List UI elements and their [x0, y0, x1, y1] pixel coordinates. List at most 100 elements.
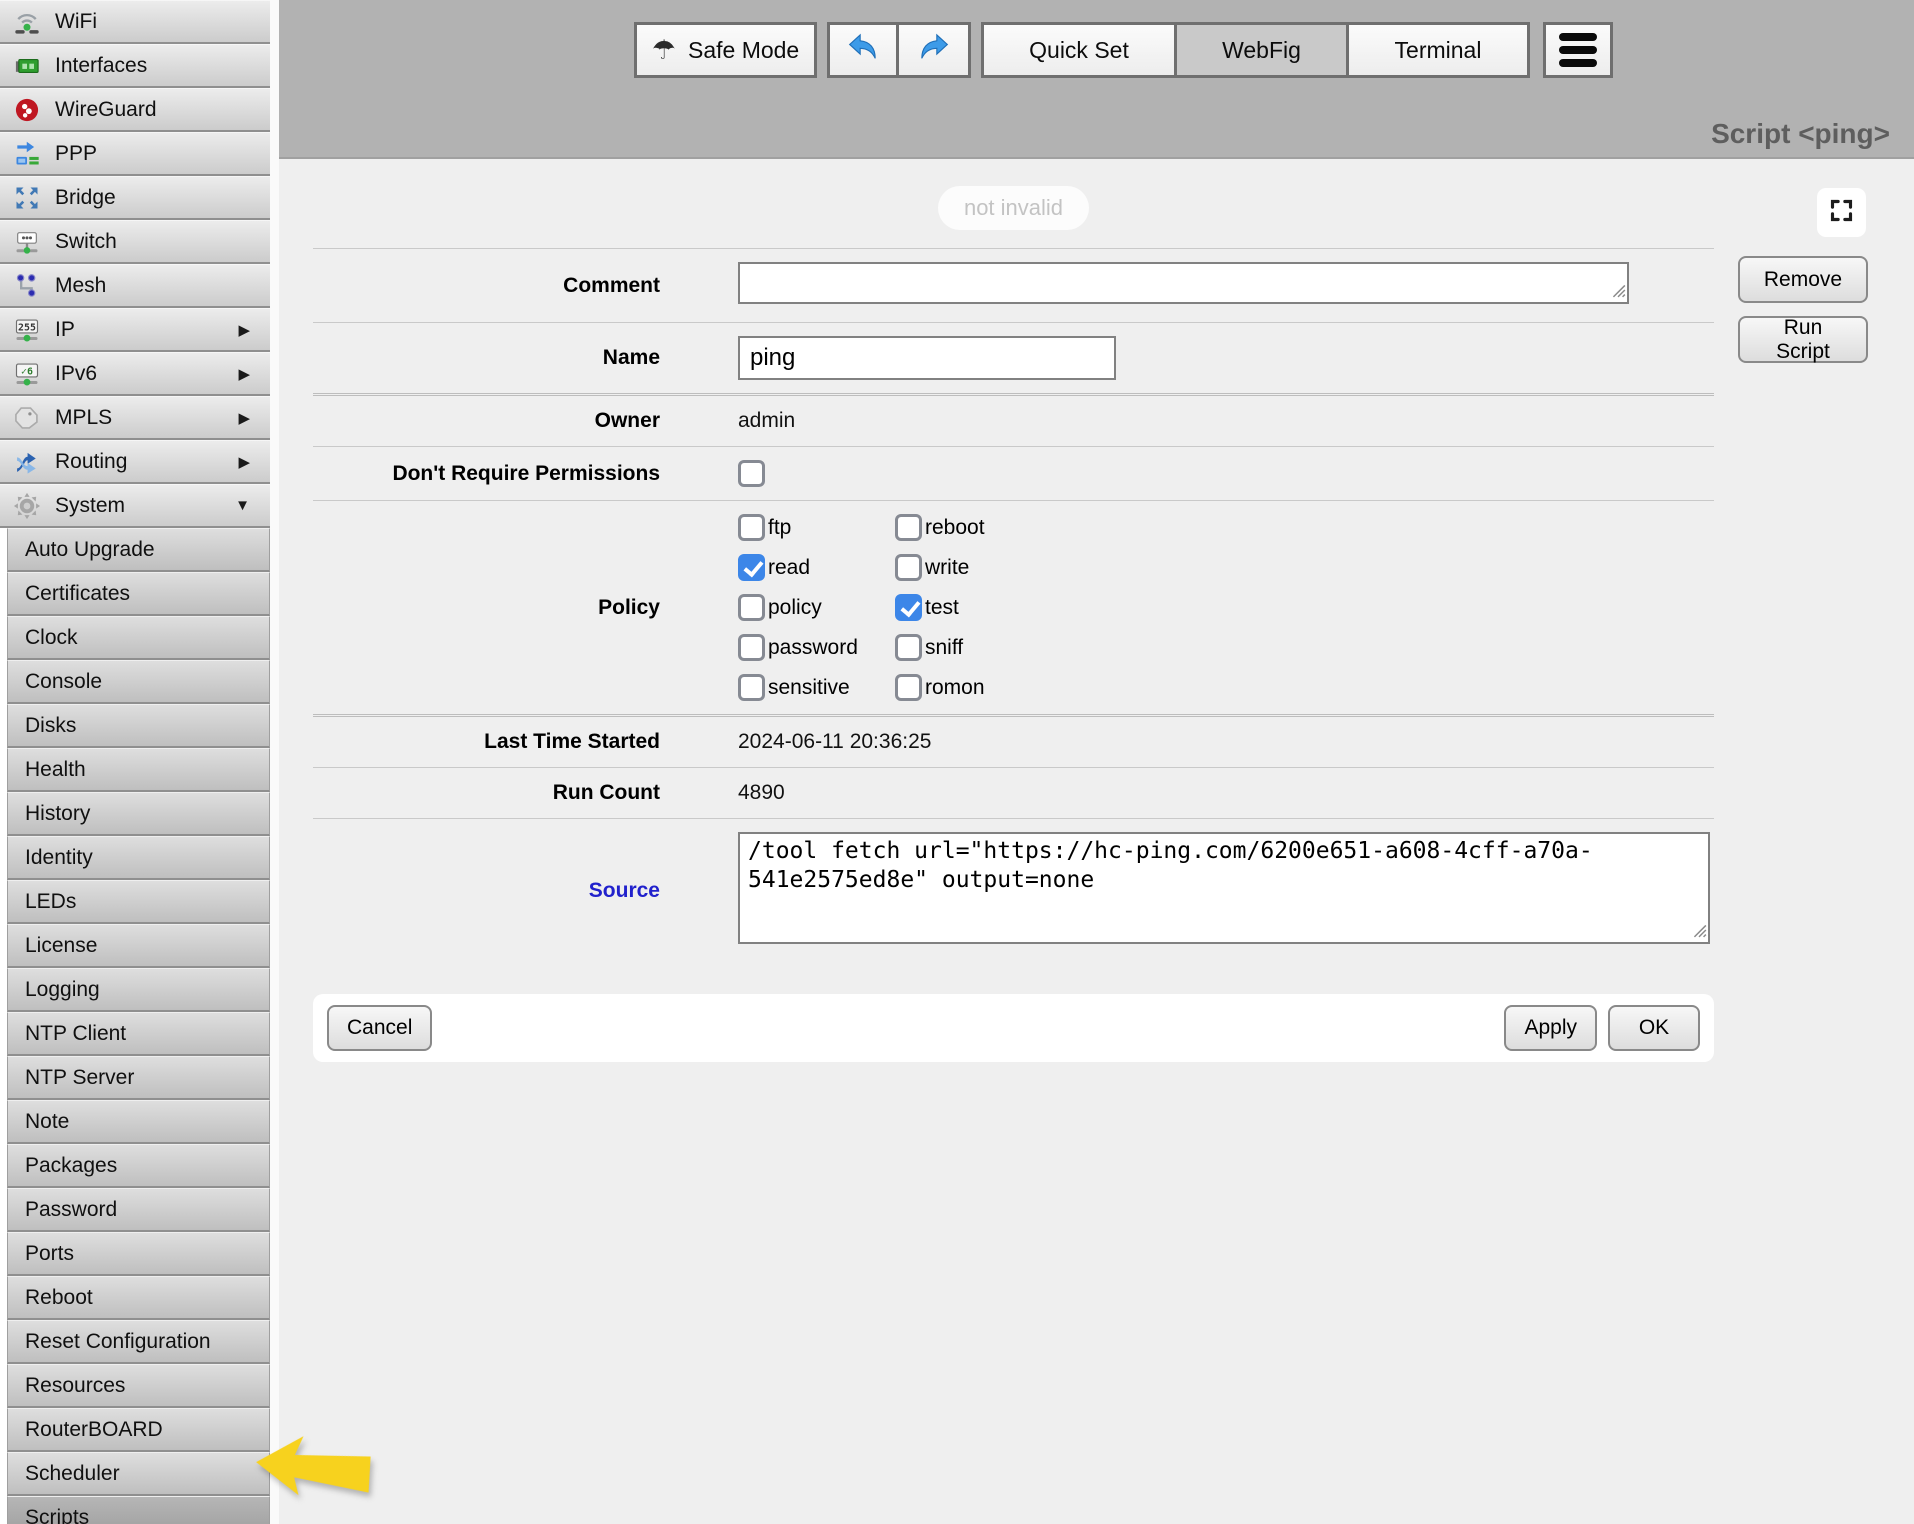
policy-checkbox-label: write: [925, 556, 969, 580]
sidebar-item-wireguard[interactable]: WireGuard: [0, 88, 270, 132]
remove-button[interactable]: Remove: [1738, 256, 1868, 303]
policy-row: Policy ftp read policy: [313, 500, 1714, 714]
checkbox-box[interactable]: [895, 554, 922, 581]
ppp-icon: [12, 139, 42, 169]
sidebar-item-ports[interactable]: Ports: [7, 1232, 270, 1276]
sidebar-item-ntp-server[interactable]: NTP Server: [7, 1056, 270, 1100]
sidebar-item-bridge[interactable]: Bridge: [0, 176, 270, 220]
submenu-arrow-icon: ▶: [238, 321, 258, 339]
sidebar-item-resources[interactable]: Resources: [7, 1364, 270, 1408]
sidebar-item-password[interactable]: Password: [7, 1188, 270, 1232]
webfig-screen: ☂ Safe Mode Quick Set WebFig Terminal Sc…: [0, 0, 1914, 1524]
sidebar-subitem-label: Health: [25, 758, 86, 782]
sidebar-subitem-label: RouterBOARD: [25, 1418, 163, 1442]
terminal-tab[interactable]: Terminal: [1349, 22, 1530, 78]
owner-row: Owner admin: [313, 393, 1714, 446]
checkbox-box[interactable]: [895, 594, 922, 621]
policy-checkbox-romon[interactable]: romon: [895, 674, 985, 701]
sidebar-item-disks[interactable]: Disks: [7, 704, 270, 748]
sidebar-item-system[interactable]: System ▼: [0, 484, 270, 528]
sidebar-item-auto-upgrade[interactable]: Auto Upgrade: [7, 528, 270, 572]
sidebar-item-health[interactable]: Health: [7, 748, 270, 792]
policy-checkbox-sniff[interactable]: sniff: [895, 634, 985, 661]
sidebar-item-switch[interactable]: Switch: [0, 220, 270, 264]
sidebar-item-mesh[interactable]: Mesh: [0, 264, 270, 308]
policy-checkbox-read[interactable]: read: [738, 554, 895, 581]
ipv6-icon: ✓6: [12, 359, 42, 389]
umbrella-icon: ☂: [652, 35, 676, 66]
policy-checkbox-write[interactable]: write: [895, 554, 985, 581]
sidebar-subitem-label: NTP Client: [25, 1022, 126, 1046]
source-field[interactable]: /tool fetch url="https://hc-ping.com/620…: [738, 832, 1710, 944]
sidebar-item-logging[interactable]: Logging: [7, 968, 270, 1012]
sidebar-item-reboot[interactable]: Reboot: [7, 1276, 270, 1320]
sidebar-item-ip[interactable]: 255 IP ▶: [0, 308, 270, 352]
checkbox-box[interactable]: [738, 634, 765, 661]
policy-checkbox-label: romon: [925, 676, 985, 700]
routing-icon: [12, 447, 42, 477]
quick-set-tab[interactable]: Quick Set: [981, 22, 1177, 78]
redo-button[interactable]: [899, 22, 971, 78]
sidebar-item-wifi[interactable]: WiFi: [0, 0, 270, 44]
policy-checkbox-label: policy: [768, 596, 822, 620]
sidebar-item-ntp-client[interactable]: NTP Client: [7, 1012, 270, 1056]
sidebar-item-mpls[interactable]: MPLS ▶: [0, 396, 270, 440]
ok-button[interactable]: OK: [1608, 1005, 1700, 1051]
checkbox-box[interactable]: [895, 674, 922, 701]
sidebar-item-scheduler[interactable]: Scheduler: [7, 1452, 270, 1496]
checkbox-box[interactable]: [895, 514, 922, 541]
sidebar-item-identity[interactable]: Identity: [7, 836, 270, 880]
sidebar-item-interfaces[interactable]: Interfaces: [0, 44, 270, 88]
checkbox-box[interactable]: [738, 514, 765, 541]
checkbox-box[interactable]: [738, 594, 765, 621]
sidebar-item-scripts[interactable]: Scripts: [7, 1496, 270, 1524]
checkbox-box[interactable]: [738, 554, 765, 581]
checkbox-box[interactable]: [895, 634, 922, 661]
comment-field[interactable]: [738, 262, 1629, 304]
dont-require-permissions-row: Don't Require Permissions: [313, 446, 1714, 500]
sidebar-item-console[interactable]: Console: [7, 660, 270, 704]
sidebar-item-leds[interactable]: LEDs: [7, 880, 270, 924]
webfig-tab[interactable]: WebFig: [1177, 22, 1349, 78]
safe-mode-button[interactable]: ☂ Safe Mode: [634, 22, 817, 78]
checkbox-box[interactable]: [738, 674, 765, 701]
policy-checkbox-password[interactable]: password: [738, 634, 895, 661]
hamburger-menu-button[interactable]: [1543, 22, 1613, 78]
policy-checkbox-reboot[interactable]: reboot: [895, 514, 985, 541]
policy-checkbox-sensitive[interactable]: sensitive: [738, 674, 895, 701]
sidebar-item-routing[interactable]: Routing ▶: [0, 440, 270, 484]
policy-checkbox-label: reboot: [925, 516, 985, 540]
sidebar-item-certificates[interactable]: Certificates: [7, 572, 270, 616]
policy-checkbox-test[interactable]: test: [895, 594, 985, 621]
fullscreen-button[interactable]: [1817, 188, 1866, 237]
sidebar-item-label: Bridge: [55, 186, 116, 210]
undo-button[interactable]: [827, 22, 899, 78]
sidebar-item-history[interactable]: History: [7, 792, 270, 836]
policy-label: Policy: [313, 596, 660, 620]
toolbar: ☂ Safe Mode Quick Set WebFig Terminal: [634, 22, 1613, 78]
sidebar-item-ppp[interactable]: PPP: [0, 132, 270, 176]
sidebar-item-clock[interactable]: Clock: [7, 616, 270, 660]
sidebar-subitem-label: Certificates: [25, 582, 130, 606]
sidebar-item-reset-configuration[interactable]: Reset Configuration: [7, 1320, 270, 1364]
mpls-icon: [12, 403, 42, 433]
sidebar-subitem-label: Clock: [25, 626, 78, 650]
apply-button[interactable]: Apply: [1504, 1005, 1597, 1051]
sidebar-item-license[interactable]: License: [7, 924, 270, 968]
cancel-button[interactable]: Cancel: [327, 1005, 432, 1051]
sidebar-item-note[interactable]: Note: [7, 1100, 270, 1144]
sidebar-item-packages[interactable]: Packages: [7, 1144, 270, 1188]
dont-require-permissions-checkbox[interactable]: [738, 460, 765, 487]
sidebar-subitem-label: Note: [25, 1110, 69, 1134]
sidebar-item-ipv6[interactable]: ✓6 IPv6 ▶: [0, 352, 270, 396]
policy-checkbox-policy[interactable]: policy: [738, 594, 895, 621]
sidebar-item-routerboard[interactable]: RouterBOARD: [7, 1408, 270, 1452]
policy-checkbox-ftp[interactable]: ftp: [738, 514, 895, 541]
name-field[interactable]: [738, 336, 1116, 380]
owner-value: admin: [738, 409, 795, 433]
run-script-button[interactable]: Run Script: [1738, 316, 1868, 363]
script-form: Comment Name Owner admin Don't Require P…: [313, 248, 1714, 1062]
fullscreen-icon: [1828, 197, 1855, 229]
sidebar-item-label: Mesh: [55, 274, 106, 298]
ip-icon: 255: [12, 315, 42, 345]
